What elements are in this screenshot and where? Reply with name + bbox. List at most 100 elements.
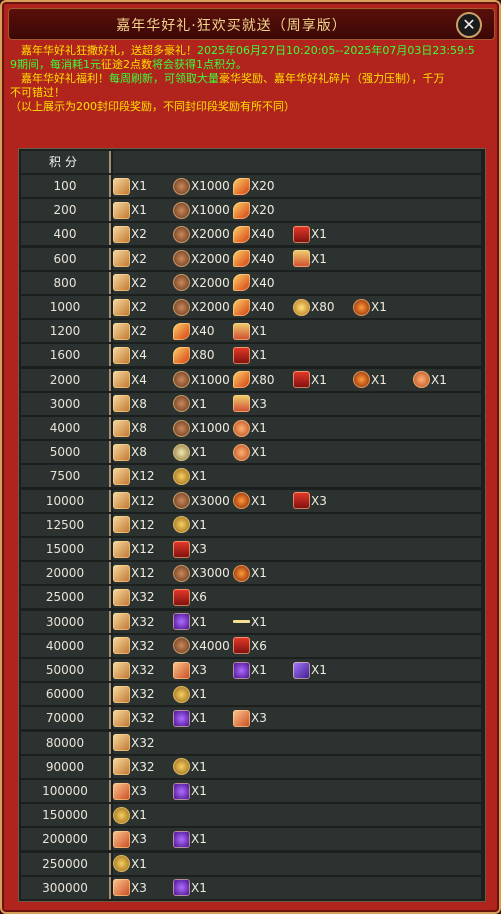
reward-item[interactable]: X1: [173, 830, 207, 848]
reward-item[interactable]: X1: [113, 855, 147, 873]
red-gift-icon: [173, 588, 190, 606]
reward-item[interactable]: X32: [113, 685, 155, 703]
scroll-icon: [113, 661, 130, 679]
reward-item[interactable]: X1: [173, 685, 207, 703]
reward-item[interactable]: X3: [113, 879, 147, 897]
reward-item[interactable]: X3000: [173, 492, 230, 510]
reward-item[interactable]: X1: [113, 201, 147, 219]
reward-item[interactable]: X12: [113, 540, 155, 558]
reward-item[interactable]: X3: [293, 492, 327, 510]
reward-item[interactable]: X4: [113, 346, 147, 364]
reward-item[interactable]: X2: [113, 250, 147, 268]
points-value: 2000: [21, 368, 111, 391]
reward-quantity: X6: [251, 638, 267, 653]
reward-item[interactable]: X1: [293, 250, 327, 268]
reward-item[interactable]: X4: [113, 371, 147, 389]
reward-item[interactable]: X2: [113, 225, 147, 243]
reward-item[interactable]: X1000: [173, 177, 230, 195]
reward-item[interactable]: X80: [173, 346, 215, 364]
reward-item[interactable]: X1: [173, 443, 207, 461]
table-row: 10000 X12 X3000 X1 X3: [21, 489, 481, 512]
reward-item[interactable]: X40: [233, 225, 275, 243]
reward-item[interactable]: X6: [233, 637, 267, 655]
reward-item[interactable]: X32: [113, 588, 155, 606]
reward-item[interactable]: X1: [173, 879, 207, 897]
reward-item[interactable]: X32: [113, 709, 155, 727]
reward-item[interactable]: X40: [233, 250, 275, 268]
reward-item[interactable]: X1: [233, 613, 267, 631]
reward-item[interactable]: X2: [113, 322, 147, 340]
reward-item[interactable]: X1000: [173, 419, 230, 437]
reward-item[interactable]: X1: [293, 661, 327, 679]
reward-item[interactable]: X40: [233, 274, 275, 292]
reward-item[interactable]: X1: [173, 709, 207, 727]
reward-item[interactable]: X20: [233, 177, 275, 195]
coin-icon: [113, 855, 130, 873]
reward-item[interactable]: X32: [113, 613, 155, 631]
reward-item[interactable]: X2000: [173, 225, 230, 243]
reward-item[interactable]: X12: [113, 516, 155, 534]
reward-item[interactable]: X1: [233, 443, 267, 461]
reward-item[interactable]: X3000: [173, 564, 230, 582]
reward-item[interactable]: X1000: [173, 371, 230, 389]
reward-quantity: X2: [131, 324, 147, 339]
reward-item[interactable]: X3: [113, 782, 147, 800]
reward-item[interactable]: X3: [173, 540, 207, 558]
reward-item[interactable]: X32: [113, 734, 155, 752]
reward-item[interactable]: X4000: [173, 637, 230, 655]
rewards-cell: X1: [113, 852, 481, 875]
reward-item[interactable]: X32: [113, 661, 155, 679]
reward-item[interactable]: X1: [233, 322, 267, 340]
reward-item[interactable]: X1000: [173, 201, 230, 219]
reward-item[interactable]: X1: [233, 419, 267, 437]
reward-item[interactable]: X1: [173, 782, 207, 800]
reward-item[interactable]: X3: [113, 830, 147, 848]
reward-item[interactable]: X2000: [173, 274, 230, 292]
reward-item[interactable]: X3: [233, 395, 267, 413]
reward-item[interactable]: X32: [113, 637, 155, 655]
reward-item[interactable]: X1: [233, 564, 267, 582]
table-row: 60000 X32 X1: [21, 683, 481, 706]
reward-item[interactable]: X1: [233, 661, 267, 679]
points-value: 4000: [21, 417, 111, 439]
reward-item[interactable]: X20: [233, 201, 275, 219]
reward-item[interactable]: X8: [113, 443, 147, 461]
coin-icon: [173, 467, 190, 485]
reward-item[interactable]: X12: [113, 564, 155, 582]
scroll-icon: [113, 564, 130, 582]
reward-item[interactable]: X1: [173, 758, 207, 776]
reward-item[interactable]: X3: [173, 661, 207, 679]
reward-item[interactable]: X6: [173, 588, 207, 606]
reward-item[interactable]: X40: [233, 298, 275, 316]
reward-item[interactable]: X1: [173, 613, 207, 631]
reward-item[interactable]: X2000: [173, 298, 230, 316]
reward-item[interactable]: X1: [293, 371, 327, 389]
reward-item[interactable]: X1: [293, 225, 327, 243]
reward-item[interactable]: X3: [233, 709, 267, 727]
reward-item[interactable]: X32: [113, 758, 155, 776]
reward-item[interactable]: X2000: [173, 250, 230, 268]
reward-item[interactable]: X1: [173, 467, 207, 485]
reward-item[interactable]: X1: [173, 395, 207, 413]
reward-item[interactable]: X12: [113, 467, 155, 485]
reward-quantity: X1: [191, 469, 207, 484]
points-value: 60000: [21, 683, 111, 706]
reward-item[interactable]: X80: [233, 371, 275, 389]
reward-item[interactable]: X8: [113, 395, 147, 413]
reward-item[interactable]: X12: [113, 492, 155, 510]
reward-item[interactable]: X1: [113, 177, 147, 195]
reward-item[interactable]: X80: [293, 298, 335, 316]
reward-item[interactable]: X1: [413, 371, 447, 389]
reward-item[interactable]: X1: [353, 298, 387, 316]
reward-item[interactable]: X1: [113, 806, 147, 824]
reward-item[interactable]: X8: [113, 419, 147, 437]
reward-item[interactable]: X1: [173, 516, 207, 534]
reward-item[interactable]: X1: [233, 492, 267, 510]
reward-item[interactable]: X2: [113, 298, 147, 316]
reward-item[interactable]: X2: [113, 274, 147, 292]
reward-item[interactable]: X1: [353, 371, 387, 389]
reward-item[interactable]: X40: [173, 322, 215, 340]
close-button[interactable]: ✕: [456, 12, 482, 38]
reward-item[interactable]: X1: [233, 346, 267, 364]
scroll-icon: [113, 588, 130, 606]
